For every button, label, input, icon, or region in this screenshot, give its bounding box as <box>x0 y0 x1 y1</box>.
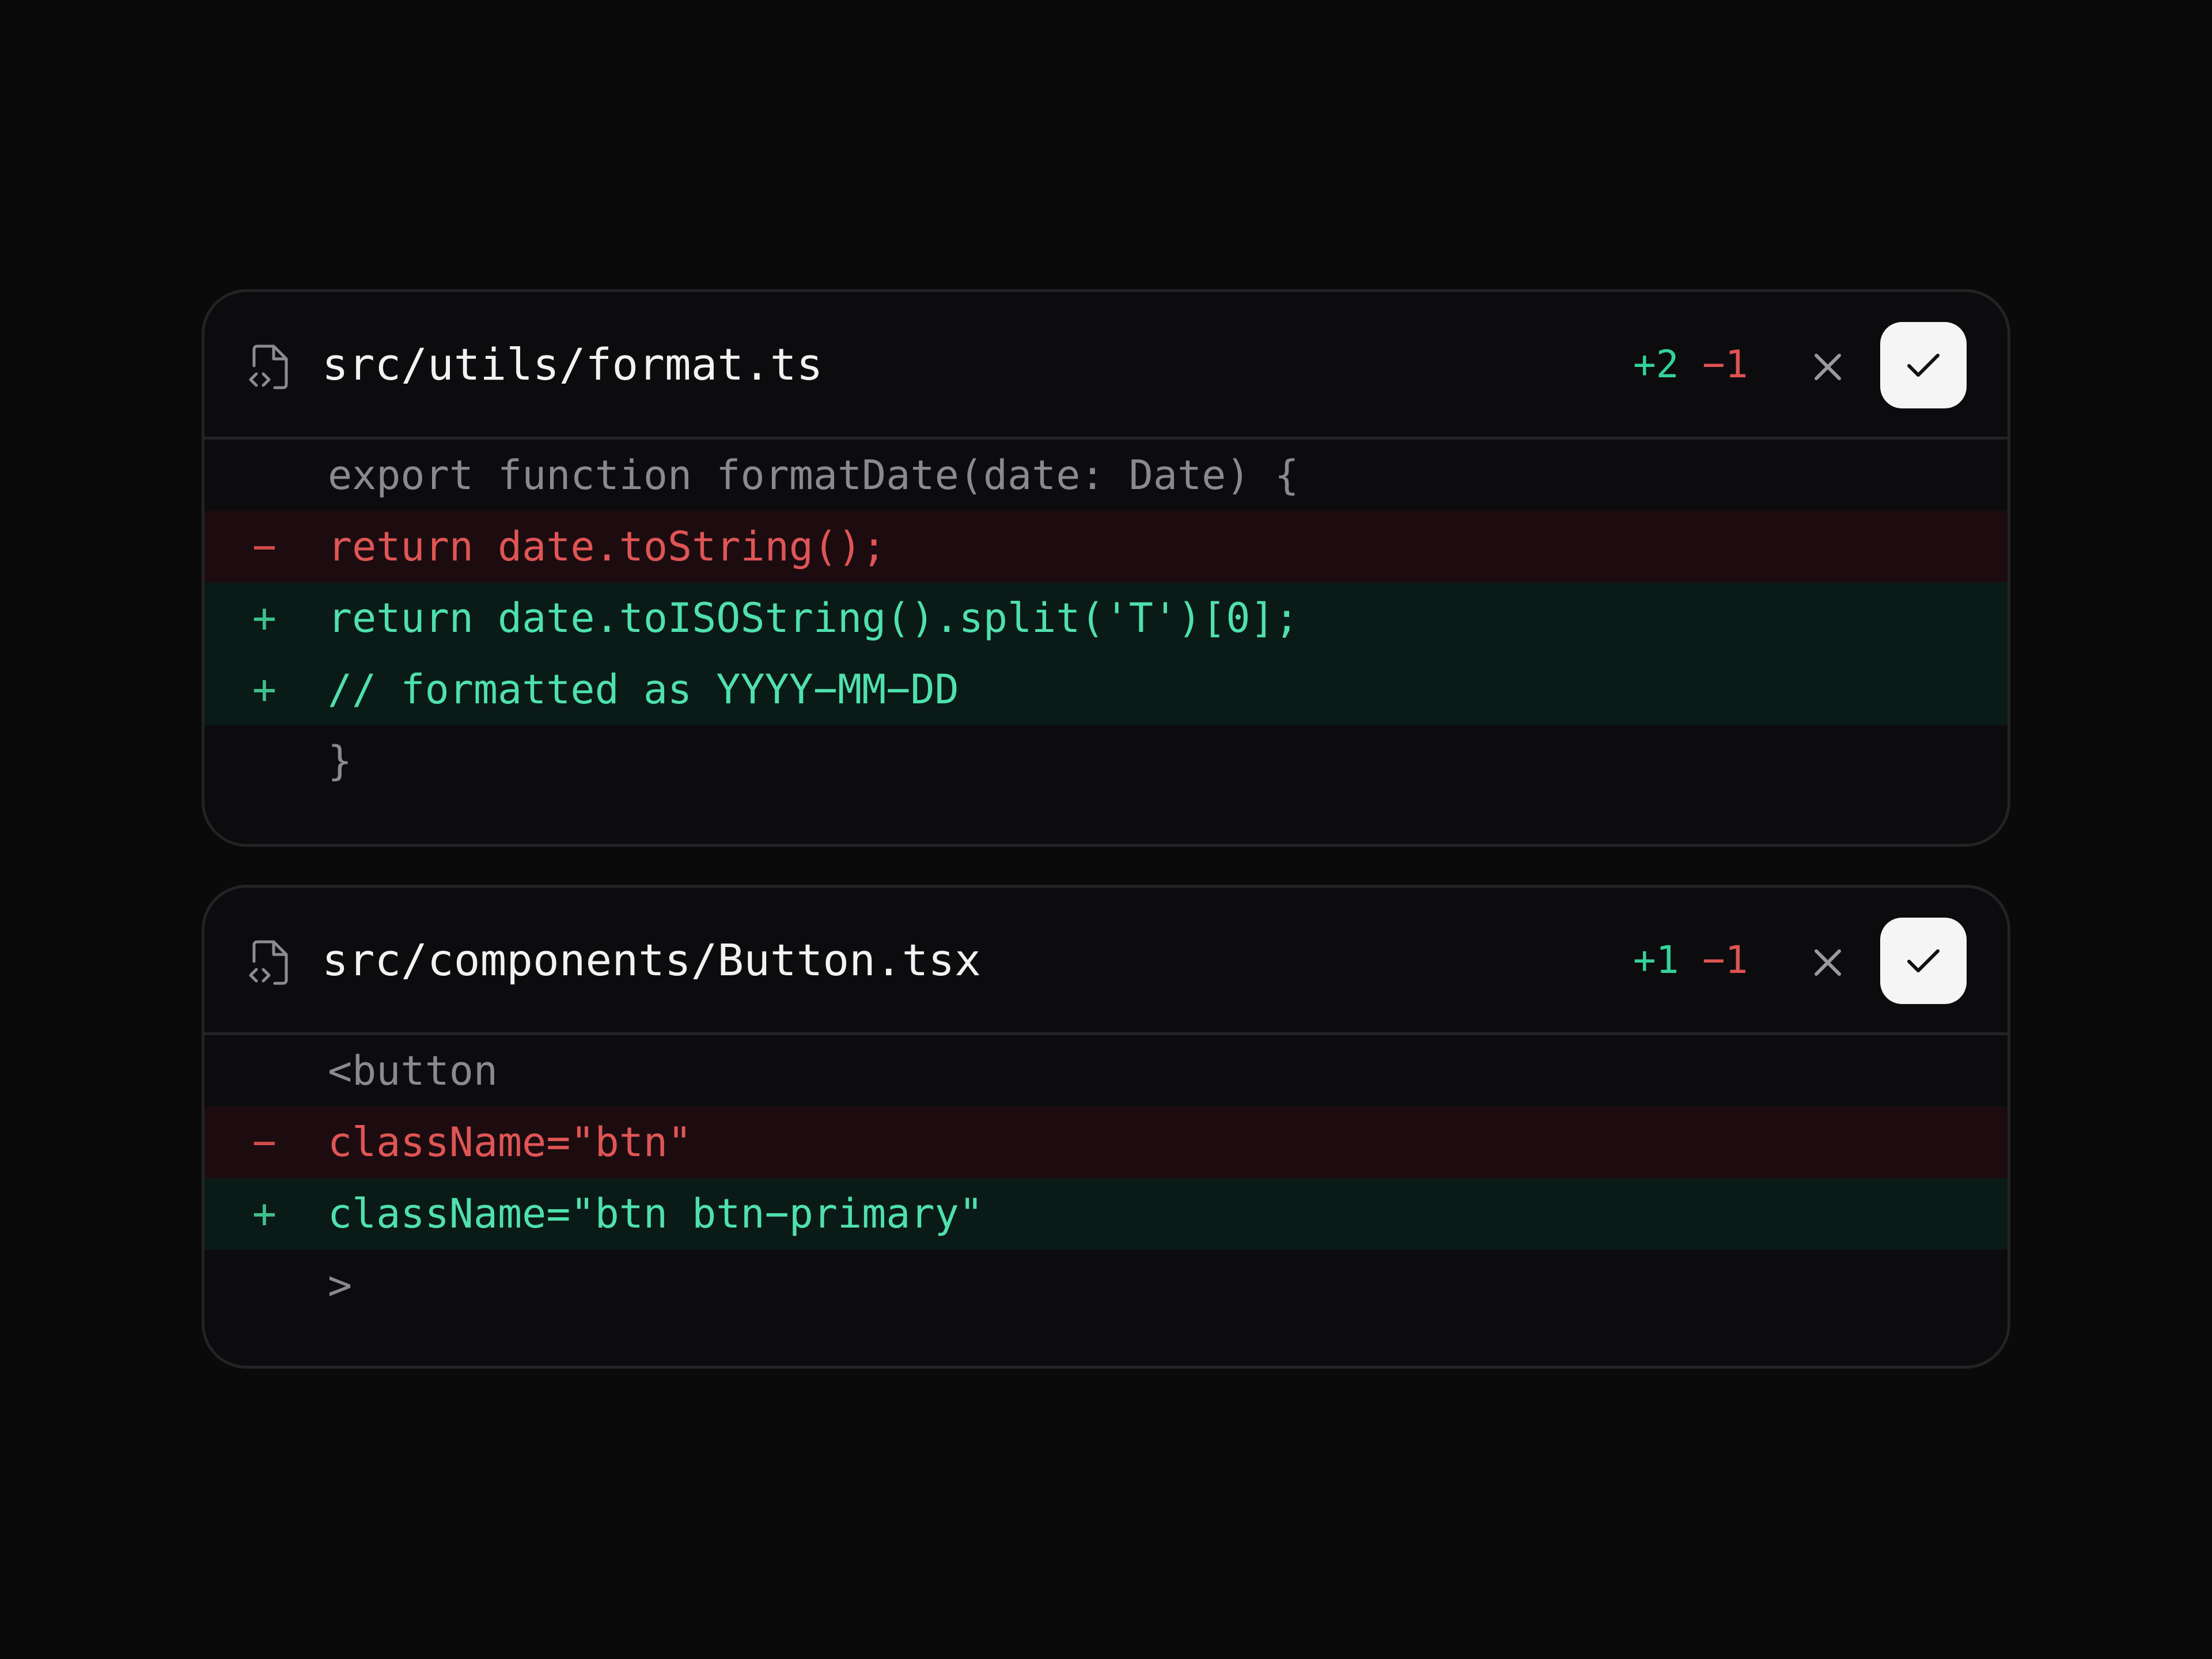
line-code: export function formatDate(date: Date) { <box>328 452 1299 499</box>
line-marker: − <box>252 1119 277 1166</box>
accept-button[interactable] <box>1880 918 1967 1004</box>
line-code: > <box>328 1262 353 1309</box>
file-code-icon <box>249 344 288 389</box>
line-code: } <box>328 737 353 785</box>
line-marker: + <box>252 666 277 713</box>
diff-line-context: <button <box>204 1035 2008 1107</box>
diff-line-added: + return date.toISOString().split('T')[0… <box>204 582 2008 654</box>
additions-count: +1 <box>1633 938 1679 982</box>
diff-line-added: + className="btn btn−primary" <box>204 1178 2008 1249</box>
diff-card-header: src/utils/format.ts +2 −1 <box>204 292 2008 440</box>
line-code: // formatted as YYYY−MM−DD <box>328 666 959 713</box>
reject-button[interactable] <box>1800 935 1855 990</box>
additions-count: +2 <box>1633 342 1679 387</box>
close-icon <box>1815 354 1841 380</box>
line-marker: − <box>252 523 277 570</box>
check-icon <box>1907 354 1940 377</box>
accept-button[interactable] <box>1880 322 1967 408</box>
file-code-icon <box>249 940 288 985</box>
diff-line-context: export function formatDate(date: Date) { <box>204 440 2008 511</box>
diff-card: src/components/Button.tsx +1 −1 <button … <box>202 885 2010 1369</box>
file-path: src/components/Button.tsx <box>322 934 981 986</box>
diff-line-context: > <box>204 1249 2008 1321</box>
file-path: src/utils/format.ts <box>322 339 823 390</box>
diff-code: export function formatDate(date: Date) {… <box>204 440 2008 797</box>
diff-line-removed: − return date.toString(); <box>204 511 2008 582</box>
diff-line-added: + // formatted as YYYY−MM−DD <box>204 654 2008 725</box>
diff-card-header: src/components/Button.tsx +1 −1 <box>204 888 2008 1035</box>
line-code: return date.toISOString().split('T')[0]; <box>328 594 1299 642</box>
check-icon <box>1907 949 1940 972</box>
line-code: className="btn" <box>328 1119 692 1166</box>
line-code: <button <box>328 1047 498 1094</box>
line-marker: + <box>252 1190 277 1237</box>
line-code: return date.toString(); <box>328 523 887 570</box>
diff-card: src/utils/format.ts +2 −1 export functio… <box>202 289 2010 847</box>
close-icon <box>1815 949 1841 976</box>
deletions-count: −1 <box>1702 938 1748 982</box>
reject-button[interactable] <box>1800 339 1855 395</box>
deletions-count: −1 <box>1702 342 1748 387</box>
line-code: className="btn btn−primary" <box>328 1190 983 1237</box>
diff-code: <button − className="btn" + className="b… <box>204 1035 2008 1321</box>
diff-line-context: } <box>204 725 2008 797</box>
diff-line-removed: − className="btn" <box>204 1107 2008 1178</box>
line-marker: + <box>252 594 277 642</box>
